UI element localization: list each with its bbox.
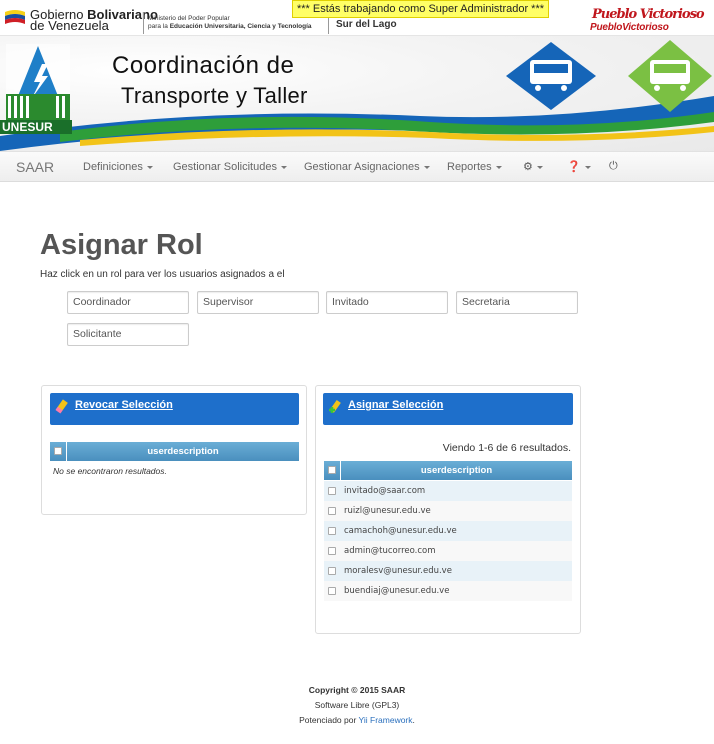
- column-header[interactable]: userdescription: [67, 446, 299, 457]
- revoke-header: Revocar Selección: [50, 393, 299, 425]
- select-all-checkbox[interactable]: [328, 466, 336, 474]
- user-description-cell: admin@tucorreo.com: [344, 546, 436, 556]
- pueblo-victorioso-text: PuebloVictorioso: [590, 22, 669, 33]
- caret-down-icon: [495, 165, 502, 169]
- footer-powered: Potenciado por Yii Framework.: [299, 715, 415, 725]
- assign-panel: Asignar Selección Viendo 1-6 de 6 result…: [315, 385, 581, 634]
- assign-grid-header: userdescription: [324, 461, 572, 480]
- row-checkbox[interactable]: [328, 507, 336, 515]
- page-description: Haz click en un rol para ver los usuario…: [40, 269, 285, 280]
- caret-down-icon: [280, 165, 287, 169]
- ministry-name: Ministerio del Poder Popular para la Edu…: [148, 15, 312, 30]
- role-solicitante[interactable]: Solicitante: [67, 323, 189, 346]
- row-checkbox[interactable]: [328, 487, 336, 495]
- gov-header: Gobierno Bolivariano de Venezuela Minist…: [0, 0, 714, 36]
- caret-down-icon: [584, 165, 591, 169]
- divider: [143, 12, 144, 34]
- unesur-logo-text: UNESUR: [2, 120, 53, 134]
- table-row[interactable]: admin@tucorreo.com: [324, 541, 572, 561]
- user-description-cell: invitado@saar.com: [344, 486, 426, 496]
- table-row[interactable]: ruizl@unesur.edu.ve: [324, 501, 572, 521]
- pueblo-victorioso-logo: Pueblo Victorioso: [592, 7, 705, 22]
- banner-title-line1: Coordinación de: [112, 52, 295, 79]
- table-row[interactable]: buendiaj@unesur.edu.ve: [324, 581, 572, 601]
- revoke-selection-link[interactable]: Revocar Selección: [75, 399, 173, 411]
- row-checkbox[interactable]: [328, 567, 336, 575]
- navbar-brand[interactable]: SAAR: [16, 159, 54, 175]
- role-secretaria[interactable]: Secretaria: [456, 291, 578, 314]
- power-icon[interactable]: ⏻: [609, 160, 618, 173]
- banner-title-line2: Transporte y Taller: [121, 83, 308, 108]
- footer-copyright: Copyright © 2015 SAAR: [308, 685, 406, 695]
- eraser-icon: [55, 399, 68, 414]
- table-row[interactable]: invitado@saar.com: [324, 481, 572, 501]
- column-header[interactable]: userdescription: [341, 465, 572, 476]
- yii-framework-link[interactable]: Yii Framework: [359, 715, 413, 725]
- nav-definiciones[interactable]: Definiciones: [83, 161, 153, 173]
- row-checkbox[interactable]: [328, 547, 336, 555]
- header-checkbox-cell: [50, 442, 67, 461]
- page-title: Asignar Rol: [40, 229, 203, 261]
- revoke-grid-header: userdescription: [50, 442, 299, 461]
- main-navbar: SAAR Definiciones Gestionar Solicitudes …: [0, 151, 714, 182]
- row-checkbox[interactable]: [328, 587, 336, 595]
- gear-icon[interactable]: ⚙: [523, 160, 543, 173]
- user-description-cell: buendiaj@unesur.edu.ve: [344, 586, 450, 596]
- select-all-checkbox[interactable]: [54, 447, 62, 455]
- header-banner: UNESUR Coordinación de Transporte y Tall…: [0, 36, 714, 151]
- role-coordinador[interactable]: Coordinador: [67, 291, 189, 314]
- table-row[interactable]: moralesv@unesur.edu.ve: [324, 561, 572, 581]
- footer-license: Software Libre (GPL3): [314, 700, 400, 710]
- nav-reportes[interactable]: Reportes: [447, 161, 502, 173]
- user-description-cell: moralesv@unesur.edu.ve: [344, 566, 452, 576]
- revoke-panel: Revocar Selección userdescription No se …: [41, 385, 307, 515]
- banner-graphic: UNESUR: [0, 40, 714, 151]
- user-description-cell: camachoh@unesur.edu.ve: [344, 526, 457, 536]
- table-row[interactable]: camachoh@unesur.edu.ve: [324, 521, 572, 541]
- caret-down-icon: [536, 165, 543, 169]
- user-description-cell: ruizl@unesur.edu.ve: [344, 506, 431, 516]
- role-supervisor[interactable]: Supervisor: [197, 291, 319, 314]
- region-label: Sur del Lago: [336, 19, 397, 30]
- help-icon[interactable]: ❓: [567, 160, 591, 173]
- caret-down-icon: [146, 165, 153, 169]
- caret-down-icon: [423, 165, 430, 169]
- admin-notice: *** Estás trabajando como Super Administ…: [292, 0, 550, 18]
- empty-message: No se encontraron resultados.: [53, 466, 167, 476]
- assign-selection-link[interactable]: Asignar Selección: [348, 399, 443, 411]
- nav-gestionar-solicitudes[interactable]: Gestionar Solicitudes: [173, 161, 287, 173]
- role-invitado[interactable]: Invitado: [326, 291, 448, 314]
- results-summary: Viendo 1-6 de 6 resultados.: [442, 442, 571, 454]
- nav-gestionar-asignaciones[interactable]: Gestionar Asignaciones: [304, 161, 430, 173]
- row-checkbox[interactable]: [328, 527, 336, 535]
- venezuela-flag-icon: [5, 10, 25, 24]
- assign-header: Asignar Selección: [323, 393, 573, 425]
- pencil-add-icon: [329, 399, 341, 413]
- header-checkbox-cell: [324, 461, 341, 480]
- gov-name: Gobierno Bolivariano de Venezuela: [30, 7, 158, 33]
